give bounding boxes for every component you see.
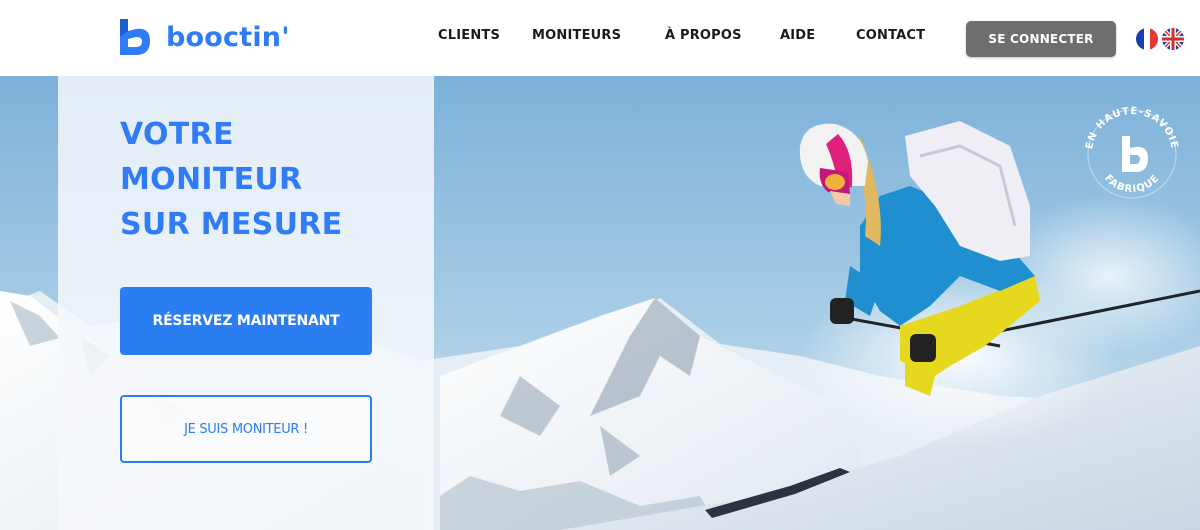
nav-item-contact[interactable]: CONTACT bbox=[856, 28, 925, 43]
badge-text-top: EN HAUTE-SAVOIE bbox=[1084, 106, 1179, 150]
nav-item-moniteurs[interactable]: MONITEURS bbox=[532, 28, 621, 43]
haute-savoie-badge-icon: EN HAUTE-SAVOIE FABRIQUE bbox=[1084, 106, 1180, 199]
instructor-signup-button[interactable]: JE SUIS MONITEUR ! bbox=[120, 395, 372, 463]
badge-text-bottom: FABRIQUE bbox=[1102, 173, 1161, 196]
booctin-b-badge-icon bbox=[1122, 136, 1148, 172]
book-now-button[interactable]: RÉSERVEZ MAINTENANT bbox=[120, 287, 372, 355]
uk-flag-icon[interactable] bbox=[1162, 28, 1184, 50]
login-button[interactable]: SE CONNECTER bbox=[966, 21, 1116, 57]
hero-headline-line-1: VOTRE bbox=[120, 117, 234, 152]
hero-headline-line-2: MONITEUR bbox=[120, 162, 303, 197]
nav-item-a-propos[interactable]: À PROPOS bbox=[665, 28, 742, 43]
nav-item-clients[interactable]: CLIENTS bbox=[438, 28, 500, 43]
hero-headline: VOTRE MONITEUR SUR MESURE bbox=[120, 112, 342, 247]
nav-item-aide[interactable]: AIDE bbox=[780, 28, 815, 43]
language-switcher bbox=[1136, 28, 1184, 50]
hero-headline-line-3: SUR MESURE bbox=[120, 207, 343, 242]
hero-section: VOTRE MONITEUR SUR MESURE RÉSERVEZ MAINT… bbox=[0, 76, 1200, 530]
site-header: booctin' CLIENTS MONITEURS À PROPOS AIDE… bbox=[0, 0, 1200, 76]
svg-text:EN HAUTE-SAVOIE: EN HAUTE-SAVOIE bbox=[1084, 106, 1180, 150]
svg-text:FABRIQUE: FABRIQUE bbox=[1102, 173, 1162, 196]
france-flag-icon[interactable] bbox=[1136, 28, 1158, 50]
